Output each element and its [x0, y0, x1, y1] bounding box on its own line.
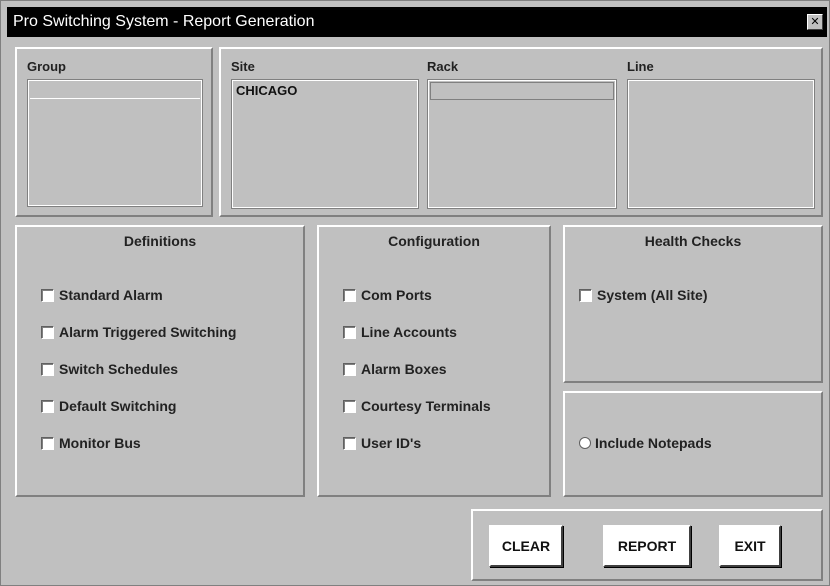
- line-label: Line: [627, 59, 654, 74]
- system-all-site-checkbox[interactable]: System (All Site): [579, 287, 707, 303]
- group-label: Group: [27, 59, 66, 74]
- switch-schedules-checkbox[interactable]: Switch Schedules: [41, 361, 178, 377]
- include-notepads-radio[interactable]: Include Notepads: [579, 435, 712, 451]
- courtesy-terminals-checkbox[interactable]: Courtesy Terminals: [343, 398, 491, 414]
- monitor-bus-checkbox[interactable]: Monitor Bus: [41, 435, 141, 451]
- group-panel: Group: [15, 47, 213, 217]
- site-list-item[interactable]: CHICAGO: [236, 83, 297, 98]
- checkbox-icon[interactable]: [343, 362, 356, 376]
- group-list-item[interactable]: [30, 82, 200, 99]
- alarm-triggered-switching-checkbox[interactable]: Alarm Triggered Switching: [41, 324, 236, 340]
- window-title: Pro Switching System - Report Generation: [13, 13, 315, 30]
- definitions-panel: Definitions Standard Alarm Alarm Trigger…: [15, 225, 305, 497]
- title-bar[interactable]: Pro Switching System - Report Generation…: [7, 7, 827, 37]
- standard-alarm-checkbox[interactable]: Standard Alarm: [41, 287, 163, 303]
- site-rack-line-panel: Site CHICAGO Rack Line: [219, 47, 823, 217]
- line-listbox[interactable]: [627, 79, 815, 209]
- default-switching-checkbox[interactable]: Default Switching: [41, 398, 176, 414]
- checkbox-icon[interactable]: [343, 288, 356, 302]
- checkbox-icon[interactable]: [343, 436, 356, 450]
- health-checks-panel: Health Checks System (All Site): [563, 225, 823, 383]
- checkbox-icon[interactable]: [41, 325, 54, 339]
- rack-listbox[interactable]: [427, 79, 617, 209]
- definitions-heading: Definitions: [123, 233, 197, 249]
- checkbox-icon[interactable]: [41, 362, 54, 376]
- notepads-panel: Include Notepads: [563, 391, 823, 497]
- report-generation-window: Pro Switching System - Report Generation…: [0, 0, 830, 586]
- line-accounts-checkbox[interactable]: Line Accounts: [343, 324, 457, 340]
- site-listbox[interactable]: CHICAGO: [231, 79, 419, 209]
- checkbox-icon[interactable]: [343, 399, 356, 413]
- clear-button[interactable]: CLEAR: [489, 525, 563, 567]
- checkbox-icon[interactable]: [343, 325, 356, 339]
- rack-list-item[interactable]: [430, 82, 614, 100]
- alarm-boxes-checkbox[interactable]: Alarm Boxes: [343, 361, 447, 377]
- configuration-panel: Configuration Com Ports Line Accounts Al…: [317, 225, 551, 497]
- checkbox-icon[interactable]: [579, 288, 592, 302]
- rack-label: Rack: [427, 59, 459, 74]
- com-ports-checkbox[interactable]: Com Ports: [343, 287, 432, 303]
- configuration-heading: Configuration: [388, 233, 480, 249]
- site-label: Site: [231, 59, 255, 74]
- report-button[interactable]: REPORT: [603, 525, 691, 567]
- checkbox-icon[interactable]: [41, 399, 54, 413]
- checkbox-icon[interactable]: [41, 436, 54, 450]
- user-ids-checkbox[interactable]: User ID's: [343, 435, 421, 451]
- radio-icon[interactable]: [579, 437, 591, 449]
- health-checks-heading: Health Checks: [644, 233, 742, 249]
- group-listbox[interactable]: [27, 79, 203, 207]
- exit-button[interactable]: EXIT: [719, 525, 781, 567]
- checkbox-icon[interactable]: [41, 288, 54, 302]
- action-button-panel: CLEAR REPORT EXIT: [471, 509, 823, 581]
- close-icon[interactable]: ✕: [807, 14, 823, 30]
